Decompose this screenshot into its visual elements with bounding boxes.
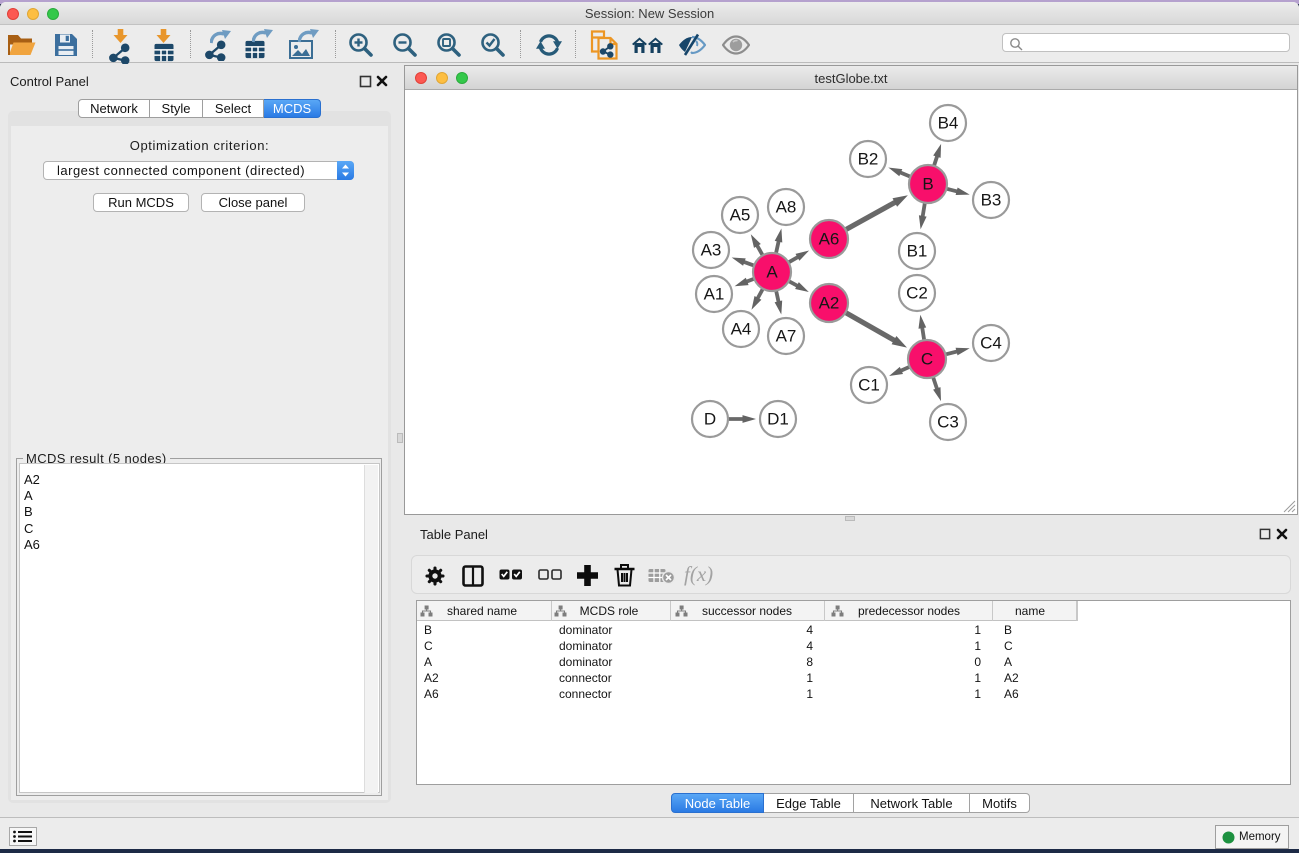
svg-text:A8: A8 [776, 198, 797, 217]
svg-text:A6: A6 [819, 230, 840, 249]
svg-text:B3: B3 [981, 191, 1002, 210]
svg-text:C3: C3 [937, 413, 959, 432]
svg-text:D1: D1 [767, 410, 789, 429]
svg-text:A7: A7 [776, 327, 797, 346]
svg-text:B: B [922, 175, 933, 194]
svg-text:A2: A2 [819, 294, 840, 313]
svg-text:C: C [921, 350, 933, 369]
svg-text:A: A [766, 263, 778, 282]
svg-text:A1: A1 [704, 285, 725, 304]
svg-text:C1: C1 [858, 376, 880, 395]
svg-text:C2: C2 [906, 284, 928, 303]
svg-text:A5: A5 [730, 206, 751, 225]
svg-text:B4: B4 [938, 114, 959, 133]
svg-text:B2: B2 [858, 150, 879, 169]
svg-text:A3: A3 [701, 241, 722, 260]
svg-text:D: D [704, 410, 716, 429]
svg-text:B1: B1 [907, 242, 928, 261]
svg-text:C4: C4 [980, 334, 1002, 353]
svg-text:A4: A4 [731, 320, 752, 339]
